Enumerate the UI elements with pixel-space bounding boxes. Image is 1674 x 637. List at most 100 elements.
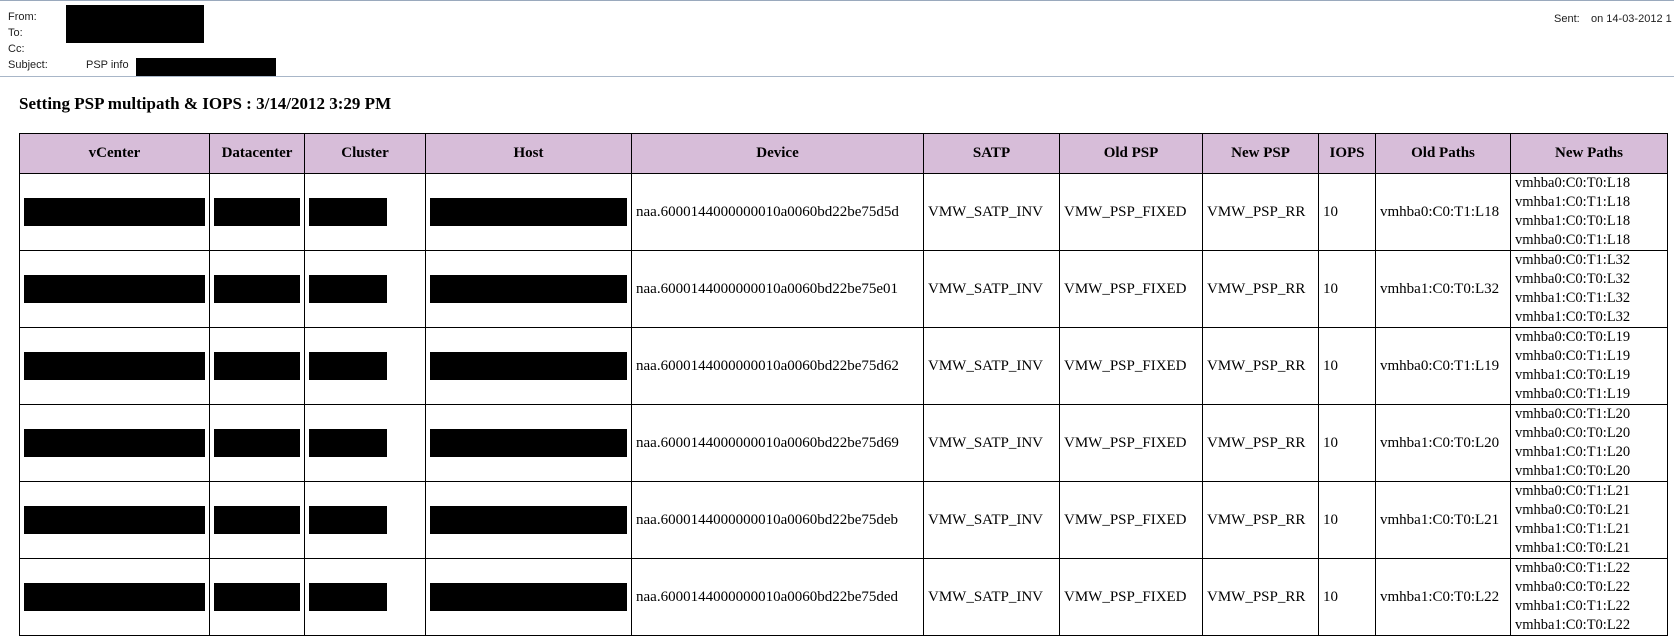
datacenter-cell <box>209 250 305 328</box>
col-header-vcenter: vCenter <box>19 133 210 174</box>
path-line: vmhba1:C0:T1:L20 <box>1515 444 1631 460</box>
subject-label: Subject: <box>8 59 48 71</box>
path-line: vmhba0:C0:T1:L19 <box>1515 348 1631 364</box>
cluster-cell <box>304 173 426 251</box>
table-row: naa.6000144000000010a0060bd22be75ded VMW… <box>19 558 1668 636</box>
iops-cell: 10 <box>1318 250 1376 328</box>
table-row: naa.6000144000000010a0060bd22be75e01 VMW… <box>19 250 1668 328</box>
new-psp-cell: VMW_PSP_RR <box>1202 404 1319 482</box>
redaction-block <box>214 583 300 611</box>
path-line: vmhba0:C0:T1:L21 <box>1515 483 1631 499</box>
table-row: naa.6000144000000010a0060bd22be75d62 VMW… <box>19 327 1668 405</box>
satp-cell: VMW_SATP_INV <box>923 173 1060 251</box>
col-header-device: Device <box>631 133 924 174</box>
col-header-satp: SATP <box>923 133 1060 174</box>
table-row: naa.6000144000000010a0060bd22be75d69 VMW… <box>19 404 1668 482</box>
datacenter-cell <box>209 481 305 559</box>
path-line: vmhba1:C0:T0:L19 <box>1515 367 1631 383</box>
old-psp-cell: VMW_PSP_FIXED <box>1059 558 1203 636</box>
sent-label: Sent: <box>1554 13 1580 25</box>
path-line: vmhba0:C0:T0:L22 <box>1515 579 1631 595</box>
col-header-old-psp: Old PSP <box>1059 133 1203 174</box>
path-line: vmhba1:C0:T0:L21 <box>1515 540 1631 556</box>
path-line: vmhba0:C0:T0:L19 <box>1515 329 1631 345</box>
datacenter-cell <box>209 173 305 251</box>
satp-cell: VMW_SATP_INV <box>923 404 1060 482</box>
host-cell <box>425 558 632 636</box>
path-line: vmhba1:C0:T0:L18 <box>1515 213 1631 229</box>
redaction-block <box>430 506 627 534</box>
old-paths-cell: vmhba0:C0:T1:L18 <box>1375 173 1511 251</box>
datacenter-cell <box>209 558 305 636</box>
cc-label: Cc: <box>8 43 25 55</box>
path-line: vmhba0:C0:T0:L32 <box>1515 271 1631 287</box>
path-line: vmhba0:C0:T0:L21 <box>1515 502 1631 518</box>
datacenter-cell <box>209 404 305 482</box>
new-psp-cell: VMW_PSP_RR <box>1202 250 1319 328</box>
old-psp-cell: VMW_PSP_FIXED <box>1059 173 1203 251</box>
path-line: vmhba1:C0:T1:L18 <box>1515 194 1631 210</box>
cluster-cell <box>304 404 426 482</box>
host-cell <box>425 404 632 482</box>
path-line: vmhba0:C0:T1:L32 <box>1515 252 1631 268</box>
from-label: From: <box>8 11 37 23</box>
to-redaction <box>66 23 204 43</box>
table-row: naa.6000144000000010a0060bd22be75deb VMW… <box>19 481 1668 559</box>
path-line: vmhba1:C0:T1:L21 <box>1515 521 1631 537</box>
host-cell <box>425 173 632 251</box>
path-line: vmhba1:C0:T0:L22 <box>1515 617 1631 633</box>
redaction-block <box>24 583 205 611</box>
redaction-block <box>309 429 387 457</box>
redaction-block <box>24 198 205 226</box>
new-paths-cell: vmhba0:C0:T0:L18 vmhba1:C0:T1:L18 vmhba1… <box>1510 173 1668 251</box>
redaction-block <box>309 275 387 303</box>
iops-cell: 10 <box>1318 558 1376 636</box>
redaction-block <box>309 352 387 380</box>
device-cell: naa.6000144000000010a0060bd22be75d69 <box>631 404 924 482</box>
redaction-block <box>430 429 627 457</box>
cluster-cell <box>304 250 426 328</box>
iops-cell: 10 <box>1318 404 1376 482</box>
new-paths-cell: vmhba0:C0:T1:L32 vmhba0:C0:T0:L32 vmhba1… <box>1510 250 1668 328</box>
subject-text: PSP info <box>86 59 129 71</box>
cluster-cell <box>304 558 426 636</box>
email-header: From: To: Cc: Subject: PSP info Sent: on… <box>0 0 1674 77</box>
redaction-block <box>24 352 205 380</box>
path-line: vmhba1:C0:T0:L32 <box>1515 309 1631 325</box>
redaction-block <box>309 198 387 226</box>
redaction-block <box>214 352 300 380</box>
satp-cell: VMW_SATP_INV <box>923 558 1060 636</box>
host-cell <box>425 327 632 405</box>
redaction-block <box>24 275 205 303</box>
redaction-block <box>430 583 627 611</box>
redaction-block <box>430 275 627 303</box>
redaction-block <box>214 275 300 303</box>
old-psp-cell: VMW_PSP_FIXED <box>1059 250 1203 328</box>
vcenter-cell <box>19 481 210 559</box>
col-header-datacenter: Datacenter <box>209 133 305 174</box>
vcenter-cell <box>19 327 210 405</box>
report-title: Setting PSP multipath & IOPS : 3/14/2012… <box>19 94 392 113</box>
sent-value: on 14-03-2012 1 <box>1591 13 1672 25</box>
new-paths-cell: vmhba0:C0:T1:L20 vmhba0:C0:T0:L20 vmhba1… <box>1510 404 1668 482</box>
path-line: vmhba0:C0:T1:L22 <box>1515 560 1631 576</box>
to-label: To: <box>8 27 23 39</box>
old-paths-cell: vmhba1:C0:T0:L20 <box>1375 404 1511 482</box>
device-cell: naa.6000144000000010a0060bd22be75e01 <box>631 250 924 328</box>
table-row: naa.6000144000000010a0060bd22be75d5d VMW… <box>19 173 1668 251</box>
new-paths-cell: vmhba0:C0:T1:L21 vmhba0:C0:T0:L21 vmhba1… <box>1510 481 1668 559</box>
new-psp-cell: VMW_PSP_RR <box>1202 558 1319 636</box>
path-line: vmhba1:C0:T0:L20 <box>1515 463 1631 479</box>
new-psp-cell: VMW_PSP_RR <box>1202 173 1319 251</box>
path-line: vmhba0:C0:T1:L19 <box>1515 386 1631 402</box>
vcenter-cell <box>19 558 210 636</box>
new-paths-cell: vmhba0:C0:T1:L22 vmhba0:C0:T0:L22 vmhba1… <box>1510 558 1668 636</box>
old-paths-cell: vmhba1:C0:T0:L21 <box>1375 481 1511 559</box>
path-line: vmhba0:C0:T0:L18 <box>1515 175 1631 191</box>
iops-cell: 10 <box>1318 173 1376 251</box>
satp-cell: VMW_SATP_INV <box>923 250 1060 328</box>
device-cell: naa.6000144000000010a0060bd22be75ded <box>631 558 924 636</box>
psp-table: vCenter Datacenter Cluster Host Device S… <box>19 133 1668 636</box>
path-line: vmhba0:C0:T1:L18 <box>1515 232 1631 248</box>
col-header-old-paths: Old Paths <box>1375 133 1511 174</box>
